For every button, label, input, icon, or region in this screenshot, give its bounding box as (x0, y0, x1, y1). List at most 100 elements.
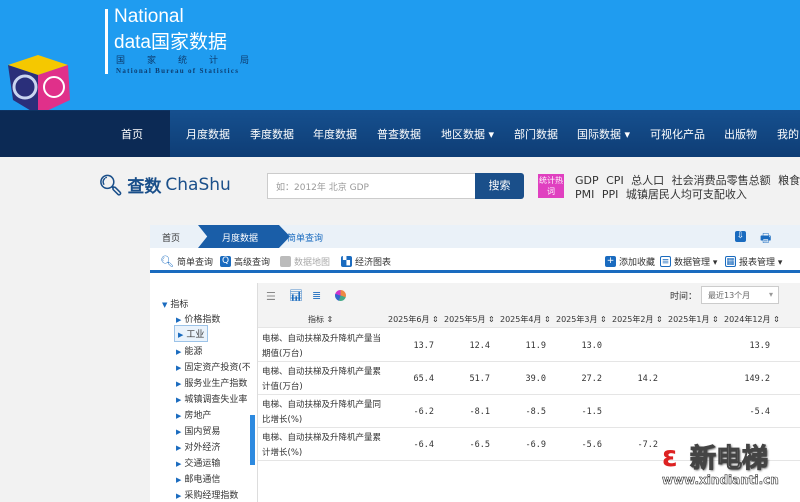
chashu-logo-cn: 查数 (127, 177, 162, 197)
advanced-search-icon: Q (220, 256, 231, 267)
data-management-label: 数据管理 ▾ (674, 258, 718, 268)
report-management-label: 报表管理 ▾ (739, 258, 783, 268)
time-select[interactable]: 最近13个月 ▾ (701, 286, 779, 304)
nav-monthly[interactable]: 月度数据 (186, 126, 230, 142)
caret-right-icon: ▶ (176, 316, 182, 324)
simple-query-button[interactable]: 🔍︎ 简单查询 (160, 255, 213, 268)
table-cell: 39.0 (525, 374, 546, 384)
nav-census[interactable]: 普查数据 (377, 126, 421, 142)
report-management-button[interactable]: ▦ 报表管理 ▾ (725, 255, 782, 268)
search-input[interactable]: 如：2012年 北京 GDP (267, 173, 476, 199)
table-cell: 13.9 (749, 341, 770, 351)
tree-item[interactable]: ▶ 能源 (176, 344, 202, 357)
breadcrumb-simple-query[interactable]: 简单查询 (287, 231, 323, 244)
table-header: 指标 ⇕ 2025年6月 ⇕ 2025年5月 ⇕ 2025年4月 ⇕ 2025年… (258, 310, 800, 328)
tree-item[interactable]: ▶ 邮电通信 (176, 472, 220, 485)
site-header: National data国家数据 国家统计局 National Bureau … (0, 0, 800, 115)
nav-publications[interactable]: 出版物 (724, 126, 757, 142)
tree-root[interactable]: ▼ 指标 (162, 297, 188, 310)
caret-right-icon: ▶ (176, 364, 182, 372)
col-header[interactable]: 2025年4月 ⇕ (500, 314, 551, 325)
nav-departmental[interactable]: 部门数据 (514, 126, 558, 142)
caret-right-icon: ▶ (176, 396, 182, 404)
watermark-url: www.xindianti.cn (662, 473, 779, 488)
pie-chart-icon[interactable] (335, 290, 346, 301)
col-header[interactable]: 2025年2月 ⇕ (612, 314, 663, 325)
table-cell: -8.1 (469, 407, 490, 417)
nav-visualization[interactable]: 可视化产品 (650, 126, 705, 142)
indicator-tree: ▼指标 ▶价格指数 ▶工业 ▶能源 ▶固定资产投资(不含 ▶服务业生产指数 ▶城… (150, 283, 250, 502)
main-nav: 首页 月度数据 季度数据 年度数据 普查数据 地区数据 ▾ 部门数据 国际数据 … (0, 110, 800, 157)
time-select-value: 最近13个月 (708, 291, 751, 300)
tree-item[interactable]: ▶ 采购经理指数 (176, 488, 238, 501)
economic-chart-button[interactable]: ▚ 经济图表 (341, 255, 391, 268)
nav-annual[interactable]: 年度数据 (313, 126, 357, 142)
breadcrumb-home[interactable]: 首页 (162, 231, 180, 244)
tree-item[interactable]: ▶ 交通运输 (176, 456, 220, 469)
org-cn: 国家统计局 (116, 56, 272, 66)
nav-home[interactable]: 首页 (121, 126, 143, 142)
col-header[interactable]: 2025年3月 ⇕ (556, 314, 607, 325)
nav-mine[interactable]: 我的 (777, 126, 799, 142)
tree-item[interactable]: ▶ 服务业生产指数 (176, 376, 247, 389)
col-header[interactable]: 2025年5月 ⇕ (444, 314, 495, 325)
table-cell: -5.4 (749, 407, 770, 417)
table-cell: -8.5 (525, 407, 546, 417)
nav-international[interactable]: 国际数据 ▾ (577, 126, 630, 142)
table-cell: 14.2 (637, 374, 658, 384)
add-favorite-button[interactable]: + 添加收藏 (605, 255, 655, 268)
caret-right-icon: ▶ (176, 380, 182, 388)
tree-item-label: 工业 (186, 330, 205, 340)
table-icon: ▦ (725, 256, 736, 267)
search-row: 🔍︎ 查数 ChaShu 如：2012年 北京 GDP 搜索 统计热词 GDP C… (0, 170, 800, 202)
sort-bars-icon[interactable]: ≣ (312, 289, 321, 302)
tree-item[interactable]: ▶ 城镇调查失业率 (176, 392, 247, 405)
table-row: 电梯、自动扶梯及升降机产量同比增长(%) -6.2 -8.1 -8.5 -1.5 -5.4 (258, 395, 800, 428)
data-management-button[interactable]: ≡ 数据管理 ▾ (660, 255, 717, 268)
tree-item-selected[interactable]: ▶ 工业 (174, 325, 209, 342)
tree-item[interactable]: ▶ 国内贸易 (176, 424, 220, 437)
table-cell: 13.0 (581, 341, 602, 351)
watermark-logo-icon: ε (662, 440, 678, 473)
col-header[interactable]: 2025年1月 ⇕ (668, 314, 719, 325)
caret-right-icon: ▶ (176, 444, 182, 452)
print-icon[interactable]: 🖶︎ (760, 229, 771, 250)
bar-chart-icon[interactable]: 📊︎ (289, 289, 303, 302)
tree-item[interactable]: ▶ 价格指数 (176, 312, 220, 325)
table-cell: 27.2 (581, 374, 602, 384)
chashu-logo-en: ChaShu (165, 174, 231, 195)
table-cell: 149.2 (744, 374, 770, 384)
tree-item-label: 城镇调查失业率 (184, 395, 248, 405)
tree-item-label: 采购经理指数 (184, 491, 239, 501)
caret-right-icon: ▶ (176, 476, 182, 484)
table-cell: -6.4 (413, 440, 434, 450)
col-indicator[interactable]: 指标 ⇕ (308, 314, 333, 325)
table-cell: 13.7 (413, 341, 434, 351)
table-cell: 51.7 (469, 374, 490, 384)
table-view-icon[interactable]: ☰ (266, 290, 276, 303)
table-cell: -7.2 (637, 440, 658, 450)
caret-right-icon: ▶ (176, 492, 182, 500)
tree-scrollbar[interactable] (250, 415, 255, 465)
nav-quarterly[interactable]: 季度数据 (250, 126, 294, 142)
download-icon[interactable]: ⇩ (735, 231, 746, 242)
row-indicator-name: 电梯、自动扶梯及升降机产量当期值(万台) (262, 334, 382, 359)
advanced-query-button[interactable]: Q 高级查询 (220, 255, 270, 268)
brand-line2: data国家数据 (114, 32, 227, 53)
plus-icon: + (605, 256, 616, 267)
data-map-button[interactable]: 数据地图 (280, 255, 330, 268)
economic-chart-label: 经济图表 (355, 258, 392, 268)
tree-item[interactable]: ▶ 房地产 (176, 408, 211, 421)
org-en: National Bureau of Statistics (116, 67, 240, 75)
search-button[interactable]: 搜索 (475, 173, 524, 199)
tree-item[interactable]: ▶固定资产投资(不含 (176, 360, 250, 373)
tree-item[interactable]: ▶ 对外经济 (176, 440, 220, 453)
breadcrumb-monthly[interactable]: 月度数据 (222, 231, 258, 244)
caret-right-icon: ▶ (176, 460, 182, 468)
col-header[interactable]: 2024年12月 ⇕ (724, 314, 780, 325)
col-header[interactable]: 2025年6月 ⇕ (388, 314, 439, 325)
nav-regional[interactable]: 地区数据 ▾ (441, 126, 494, 142)
hot-words-line2[interactable]: PMI PPI 城镇居民人均可支配收入 (575, 186, 747, 202)
row-indicator-name: 电梯、自动扶梯及升降机产量累计增长(%) (262, 433, 382, 458)
search-icon: 🔍︎ (160, 255, 174, 268)
